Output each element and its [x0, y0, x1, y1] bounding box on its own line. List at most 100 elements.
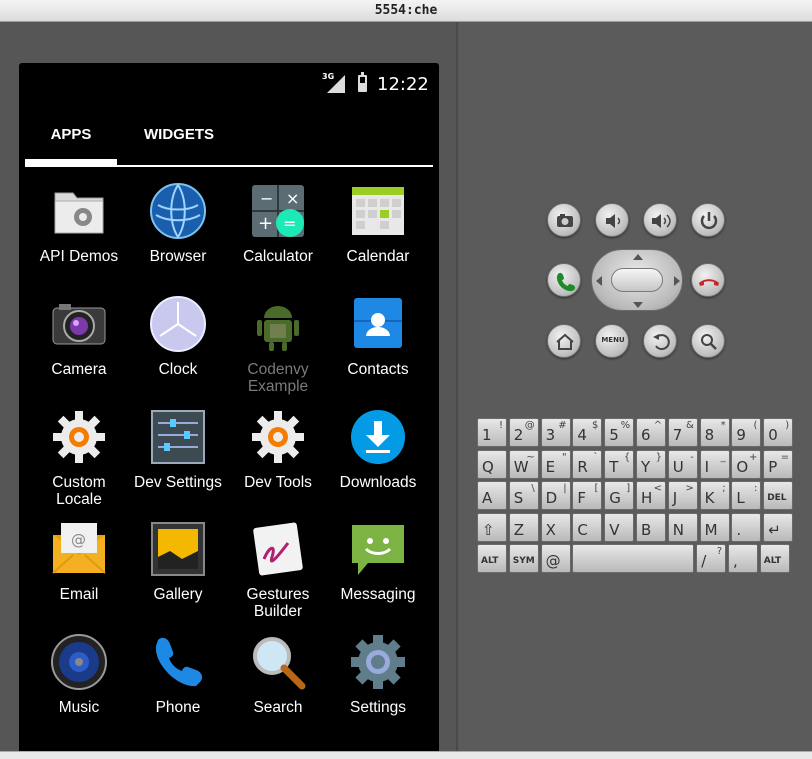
app-downloads[interactable]: Downloads [328, 409, 428, 521]
key-⇧[interactable]: ⇧ [477, 512, 507, 542]
key-j[interactable]: J > [667, 481, 698, 510]
key-label: P [768, 457, 778, 476]
key-7[interactable]: 7 & [667, 418, 698, 447]
key-l[interactable]: L: [731, 481, 762, 510]
back-button[interactable] [643, 324, 677, 358]
key-c[interactable]: C [572, 512, 603, 542]
key-label: 7 [672, 426, 683, 444]
key-y[interactable]: Y} [636, 449, 666, 479]
key-8[interactable]: 8 * [699, 418, 730, 447]
key-,[interactable]: , [728, 544, 758, 573]
key-label: 5 [609, 426, 619, 444]
home-button[interactable] [547, 324, 581, 358]
key-q[interactable]: Q [477, 449, 507, 479]
calculator-icon: − × + = [252, 185, 304, 237]
key-label: ↵ [768, 520, 781, 539]
key-alt[interactable]: ALT [477, 544, 507, 573]
search-button[interactable] [691, 324, 725, 358]
app-label: Dev Tools [244, 474, 312, 491]
key-g[interactable]: G] [604, 481, 635, 510]
key-h[interactable]: H < [636, 481, 666, 510]
key-alt-label: ^ [653, 420, 662, 431]
key-label: 8 [704, 426, 715, 444]
app-dev-settings[interactable]: Dev Settings [128, 409, 228, 521]
tab-widgets[interactable]: WIDGETS [129, 115, 229, 165]
call-button[interactable] [547, 263, 581, 297]
key-n[interactable]: N [667, 512, 698, 542]
key-@[interactable]: @ [540, 544, 571, 573]
key-w[interactable]: W ~ [508, 449, 539, 479]
key-9[interactable]: 9( [731, 418, 762, 447]
key-alt-label: " [561, 451, 567, 463]
volume-up-button[interactable] [643, 203, 677, 237]
key-5[interactable]: 5% [604, 418, 635, 447]
app-custom-locale[interactable]: Custom Locale [29, 409, 129, 521]
key-i[interactable]: I _ [699, 449, 730, 479]
key-2[interactable]: 2 @ [508, 418, 539, 447]
app-phone[interactable]: Phone [128, 634, 228, 746]
key-alt-label: ) [785, 420, 790, 431]
key-e[interactable]: E " [540, 449, 571, 479]
key-alt-label: > [685, 483, 694, 494]
menu-button[interactable]: MENU [595, 324, 629, 358]
key-v[interactable]: V [604, 512, 635, 542]
magnifier-icon [253, 637, 306, 690]
phone-icon [155, 637, 203, 687]
app-email[interactable]: @ Email [29, 521, 129, 633]
key-u[interactable]: U- [667, 449, 698, 479]
key-3[interactable]: 3 # [540, 418, 571, 447]
app-api-demos[interactable]: API Demos [29, 183, 129, 295]
key-s[interactable]: S \ [508, 481, 539, 510]
key-x[interactable]: X [540, 512, 571, 542]
key-m[interactable]: M [699, 512, 730, 542]
key-t[interactable]: T{ [604, 449, 635, 479]
key-/[interactable]: /? [696, 544, 727, 573]
app-search[interactable]: Search [228, 634, 328, 746]
picture-icon [151, 522, 205, 576]
app-browser[interactable]: Browser [128, 183, 228, 295]
key-0[interactable]: 0) [763, 418, 794, 447]
key-.[interactable]: . [731, 512, 762, 542]
app-gestures-builder[interactable]: Gestures Builder [228, 521, 328, 633]
app-clock[interactable]: Clock [128, 296, 228, 408]
key-r[interactable]: R ` [572, 449, 603, 479]
app-calculator[interactable]: − × + = Calculator [228, 183, 328, 295]
window-title: 5554:che [0, 0, 812, 22]
app-camera[interactable]: Camera [29, 296, 129, 408]
key-label: H [641, 489, 653, 507]
key-1[interactable]: 1! [477, 418, 507, 447]
volume-down-button[interactable] [595, 203, 629, 237]
key-6[interactable]: 6 ^ [636, 418, 666, 447]
app-contacts[interactable]: Contacts [328, 296, 428, 408]
key-d[interactable]: D | [540, 481, 571, 510]
key-label: 6 [641, 426, 651, 444]
key-k[interactable]: K; [699, 481, 730, 510]
key-p[interactable]: P = [763, 449, 794, 479]
key-4[interactable]: 4 $ [572, 418, 603, 447]
key-z[interactable]: Z [508, 512, 539, 542]
key-b[interactable]: B [636, 512, 666, 542]
app-dev-tools[interactable]: Dev Tools [228, 409, 328, 521]
app-calendar[interactable]: Calendar [328, 183, 428, 295]
key-a[interactable]: A [477, 481, 507, 510]
key-alt-label: } [655, 451, 662, 463]
tab-apps[interactable]: APPS [25, 115, 117, 165]
end-call-button[interactable] [691, 263, 725, 297]
app-gallery[interactable]: Gallery [128, 521, 228, 633]
key-o[interactable]: O + [731, 449, 762, 479]
power-button[interactable] [691, 203, 725, 237]
app-codenvy-example[interactable]: Codenvy Example [228, 296, 328, 408]
key-del[interactable]: DEL [763, 481, 794, 510]
key-sym[interactable]: SYM [508, 544, 539, 573]
app-music[interactable]: Music [29, 634, 129, 746]
svg-text:+: + [258, 213, 273, 234]
key-f[interactable]: F[ [572, 481, 603, 510]
key-↵[interactable]: ↵ [763, 512, 794, 542]
key-space[interactable] [572, 544, 695, 573]
dpad[interactable] [591, 249, 683, 311]
camera-button[interactable] [547, 203, 581, 237]
app-messaging[interactable]: Messaging [328, 521, 428, 633]
app-label: Gestures Builder [246, 586, 310, 620]
key-alt[interactable]: ALT [759, 544, 790, 573]
app-settings[interactable]: Settings [328, 634, 428, 746]
